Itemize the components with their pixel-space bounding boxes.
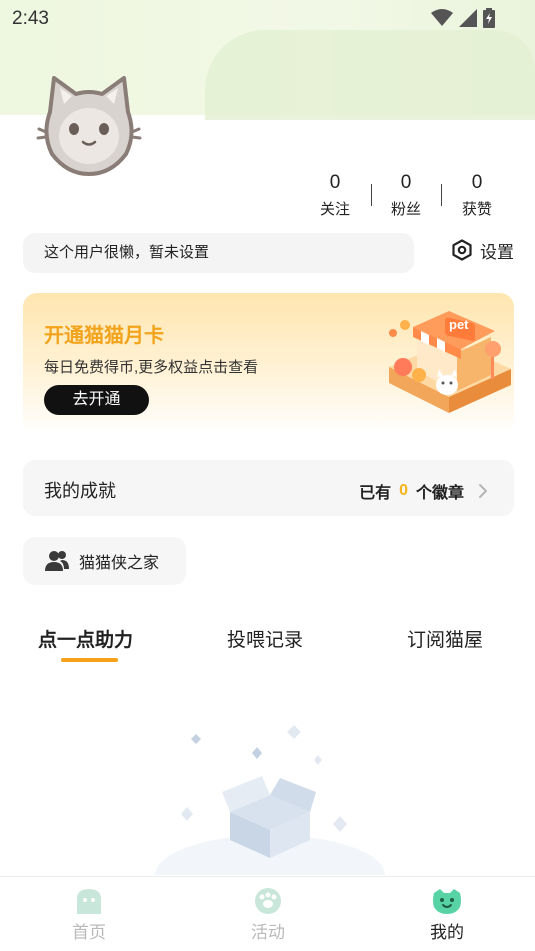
status-icons [431, 8, 495, 28]
badge-suffix: 个徽章 [415, 485, 464, 502]
nav-home-label: 首页 [72, 923, 106, 942]
bio-text[interactable]: 这个用户很懒，暂未设置 [23, 233, 414, 273]
stat-likes[interactable]: 0 获赞 [442, 172, 512, 219]
profile-stats: 0 关注 0 粉丝 0 获赞 [300, 172, 525, 222]
signal-icon [459, 9, 477, 27]
vip-title: 开通猫猫月卡 [44, 325, 164, 347]
wifi-icon [431, 9, 453, 26]
shop-sign-text: pet [449, 317, 469, 332]
badge-count: 0 [399, 482, 408, 499]
bottom-navigation: 首页 活动 我的 [0, 876, 535, 951]
tab-assist[interactable]: 点一点助力 [38, 625, 133, 652]
tab-feeding-records[interactable]: 投喂记录 [227, 625, 303, 652]
achievements-row[interactable]: 我的成就 已有 0 个徽章 [23, 460, 514, 516]
stat-following-label: 关注 [319, 201, 350, 218]
header-decoration [205, 30, 535, 120]
nav-activity[interactable]: 活动 [228, 887, 308, 943]
status-time: 2:43 [12, 8, 49, 29]
chevron-right-icon [479, 484, 487, 498]
battery-icon [483, 8, 495, 28]
badge-prefix: 已有 [359, 485, 392, 502]
stat-followers-label: 粉丝 [390, 201, 421, 218]
paw-icon [255, 888, 281, 914]
nav-activity-label: 活动 [251, 923, 285, 942]
nav-mine-label: 我的 [430, 923, 464, 942]
empty-box-illustration [155, 725, 385, 875]
badge-summary: 已有 0 个徽章 [359, 479, 488, 503]
club-label: 猫猫侠之家 [79, 555, 160, 572]
settings-icon [452, 239, 472, 261]
cat-face-icon [433, 889, 461, 914]
home-icon [77, 889, 101, 914]
stat-likes-count: 0 [471, 172, 483, 193]
content-tabs: 点一点助力 投喂记录 订阅猫屋 [0, 618, 535, 668]
stat-followers[interactable]: 0 粉丝 [371, 172, 441, 219]
stat-followers-count: 0 [400, 172, 412, 193]
users-icon [45, 551, 69, 571]
settings-button[interactable]: 设置 [452, 238, 514, 262]
vip-card[interactable]: 开通猫猫月卡 每日免费得币,更多权益点击查看 去开通 pet [23, 293, 514, 435]
club-button[interactable]: 猫猫侠之家 [23, 537, 186, 585]
stat-following-count: 0 [329, 172, 341, 193]
avatar[interactable] [36, 74, 142, 178]
vip-description: 每日免费得币,更多权益点击查看 [44, 359, 259, 376]
achievements-title: 我的成就 [44, 481, 116, 501]
pet-shop-illustration: pet [389, 311, 511, 413]
active-tab-indicator [61, 658, 118, 662]
nav-mine[interactable]: 我的 [407, 887, 487, 943]
tab-subscribed-houses[interactable]: 订阅猫屋 [407, 625, 483, 652]
nav-home[interactable]: 首页 [49, 887, 129, 943]
stat-following[interactable]: 0 关注 [300, 172, 370, 219]
settings-label: 设置 [480, 242, 514, 262]
stat-likes-label: 获赞 [461, 201, 492, 218]
vip-open-button[interactable]: 去开通 [44, 385, 149, 415]
status-bar: 2:43 [0, 0, 535, 36]
